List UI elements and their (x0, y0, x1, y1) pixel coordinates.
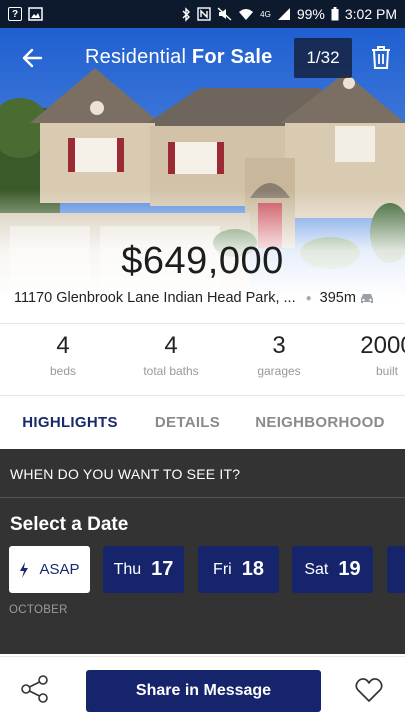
divider (0, 323, 405, 324)
back-button[interactable] (18, 44, 46, 72)
distance: 395m (320, 290, 375, 306)
share-button[interactable] (20, 674, 50, 704)
stat-label: beds (49, 364, 77, 378)
help-box-icon: ? (8, 7, 22, 21)
share-icon (21, 675, 48, 703)
image-icon (28, 7, 43, 21)
delete-button[interactable] (370, 44, 396, 72)
favorite-button[interactable] (355, 677, 385, 705)
lightning-icon (20, 561, 29, 578)
date-option-sat[interactable]: Sat 19 (292, 546, 373, 593)
asap-label: ASAP (39, 561, 80, 578)
photo-counter: 1/32 (294, 38, 352, 78)
listing-address: 11170 Glenbrook Lane Indian Head Park, .… (14, 290, 296, 306)
date-asap-button[interactable]: ASAP (9, 546, 90, 593)
trash-icon (372, 46, 390, 69)
stat-baths: 4 total baths (126, 332, 216, 378)
listing-price: $649,000 (121, 240, 284, 282)
stat-label: garages (257, 364, 301, 378)
schedule-question: WHEN DO YOU WANT TO SEE IT? (10, 466, 241, 482)
date-option-fri[interactable]: Fri 18 (198, 546, 279, 593)
separator-dot: ● (305, 292, 312, 304)
stat-beds: 4 beds (18, 332, 108, 378)
panel-divider (0, 497, 405, 498)
status-bar-left: ? (8, 7, 43, 21)
property-stats: 4 beds 4 total baths 3 garages 2000 buil… (0, 332, 405, 394)
clock: 3:02 PM (344, 6, 397, 22)
heart-icon (355, 678, 383, 702)
battery-percent: 99% (296, 6, 325, 22)
detail-tabs: HIGHLIGHTS DETAILS NEIGHBORHOOD (0, 396, 405, 448)
title-prefix: Residential (85, 46, 187, 68)
date-number: 19 (338, 558, 361, 580)
signal-icon (277, 8, 290, 20)
stat-garages: 3 garages (234, 332, 324, 378)
stat-label: total baths (143, 364, 199, 378)
date-day: Sat (304, 560, 329, 578)
page-title: Residential For Sale (85, 46, 272, 69)
tab-highlights[interactable]: HIGHLIGHTS (0, 396, 140, 448)
tab-details[interactable]: DETAILS (140, 396, 235, 448)
select-date-title: Select a Date (10, 514, 129, 535)
status-bar: ? 4G 99% 3:02 PM (0, 0, 405, 28)
signal-4g-icon: 4G (260, 9, 271, 19)
tab-neighborhood[interactable]: NEIGHBORHOOD (235, 396, 405, 448)
status-bar-right: 4G 99% 3:02 PM (181, 6, 397, 22)
month-label: OCTOBER (9, 604, 68, 616)
date-option-next[interactable] (387, 546, 405, 593)
schedule-panel: WHEN DO YOU WANT TO SEE IT? Select a Dat… (0, 449, 405, 654)
stat-value: 3 (272, 332, 286, 359)
nfc-icon (197, 7, 211, 21)
stat-built: 2000 built (342, 332, 405, 378)
top-bar: Residential For Sale 1/32 (0, 28, 405, 90)
address-row[interactable]: 11170 Glenbrook Lane Indian Head Park, .… (14, 290, 405, 306)
wifi-icon (239, 9, 254, 20)
title-bold: For Sale (191, 46, 273, 68)
stat-value: 4 (164, 332, 178, 359)
mute-icon (217, 7, 232, 21)
date-option-thu[interactable]: Thu 17 (103, 546, 184, 593)
date-day: Thu (113, 560, 142, 578)
date-picker[interactable]: ASAP Thu 17 Fri 18 Sat 19 (9, 546, 405, 594)
battery-icon (331, 7, 339, 21)
arrow-left-icon (22, 48, 43, 68)
stat-value: 2000 (360, 332, 405, 359)
bluetooth-icon (182, 6, 191, 22)
bottom-action-bar: Share in Message (0, 656, 405, 720)
date-number: 18 (241, 558, 264, 580)
stat-label: built (375, 364, 398, 378)
car-icon (360, 294, 373, 303)
date-day: Fri (213, 560, 232, 578)
distance-value: 395m (319, 290, 356, 306)
stat-value: 4 (56, 332, 70, 359)
share-in-message-button[interactable]: Share in Message (86, 670, 321, 712)
date-number: 17 (151, 558, 174, 580)
